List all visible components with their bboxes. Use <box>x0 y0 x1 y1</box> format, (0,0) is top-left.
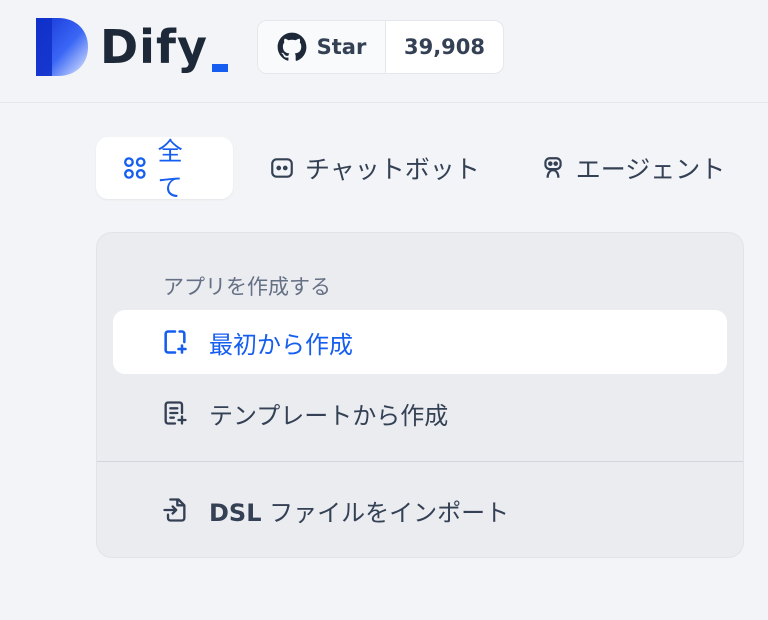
tab-all-label: 全て <box>157 137 183 202</box>
file-import-icon <box>163 498 186 522</box>
create-from-template-label: テンプレートから作成 <box>209 401 449 430</box>
file-plus-icon <box>164 330 187 354</box>
import-dsl-button[interactable]: DSL ファイルをインポート <box>113 478 727 542</box>
create-from-blank-button[interactable]: 最初から作成 <box>113 310 727 374</box>
create-from-blank-label: 最初から作成 <box>209 330 353 359</box>
import-file-text: ファイルをインポート <box>261 498 510 527</box>
brand-cursor <box>211 64 228 72</box>
menu-divider <box>97 461 743 462</box>
dify-logo-icon <box>36 18 88 76</box>
dify-logo[interactable]: Dify <box>36 18 228 76</box>
agent-icon <box>544 157 562 178</box>
tab-all[interactable]: 全て <box>96 137 233 202</box>
grid-icon <box>124 157 146 179</box>
github-icon <box>277 32 307 61</box>
github-star-widget[interactable]: Star 39,908 <box>257 20 504 74</box>
import-dsl-label: DSL ファイルをインポート <box>209 493 509 528</box>
create-from-template-button[interactable]: テンプレートから作成 <box>113 381 727 445</box>
tab-chatbot[interactable]: チャットボット <box>269 137 480 199</box>
create-app-title: アプリを作成する <box>163 275 331 299</box>
chatbot-icon <box>271 158 293 178</box>
brand-name: Dify <box>100 20 208 74</box>
github-star-count[interactable]: 39,908 <box>386 21 503 73</box>
template-icon <box>164 401 187 425</box>
top-header: Dify Star 39,908 <box>0 0 768 103</box>
dsl-text: DSL <box>209 498 262 527</box>
tab-agent[interactable]: エージェント <box>540 137 726 199</box>
app-type-tabs: 全て チャットボット エージェント <box>96 137 726 202</box>
tab-chatbot-label: チャットボット <box>305 155 480 184</box>
tab-agent-label: エージェント <box>575 155 726 184</box>
create-app-card: アプリを作成する 最初から作成 テンプレートから作成 DSL ファイルをインポー… <box>96 232 744 558</box>
github-star-button[interactable]: Star <box>258 21 386 73</box>
github-star-label: Star <box>316 35 367 59</box>
